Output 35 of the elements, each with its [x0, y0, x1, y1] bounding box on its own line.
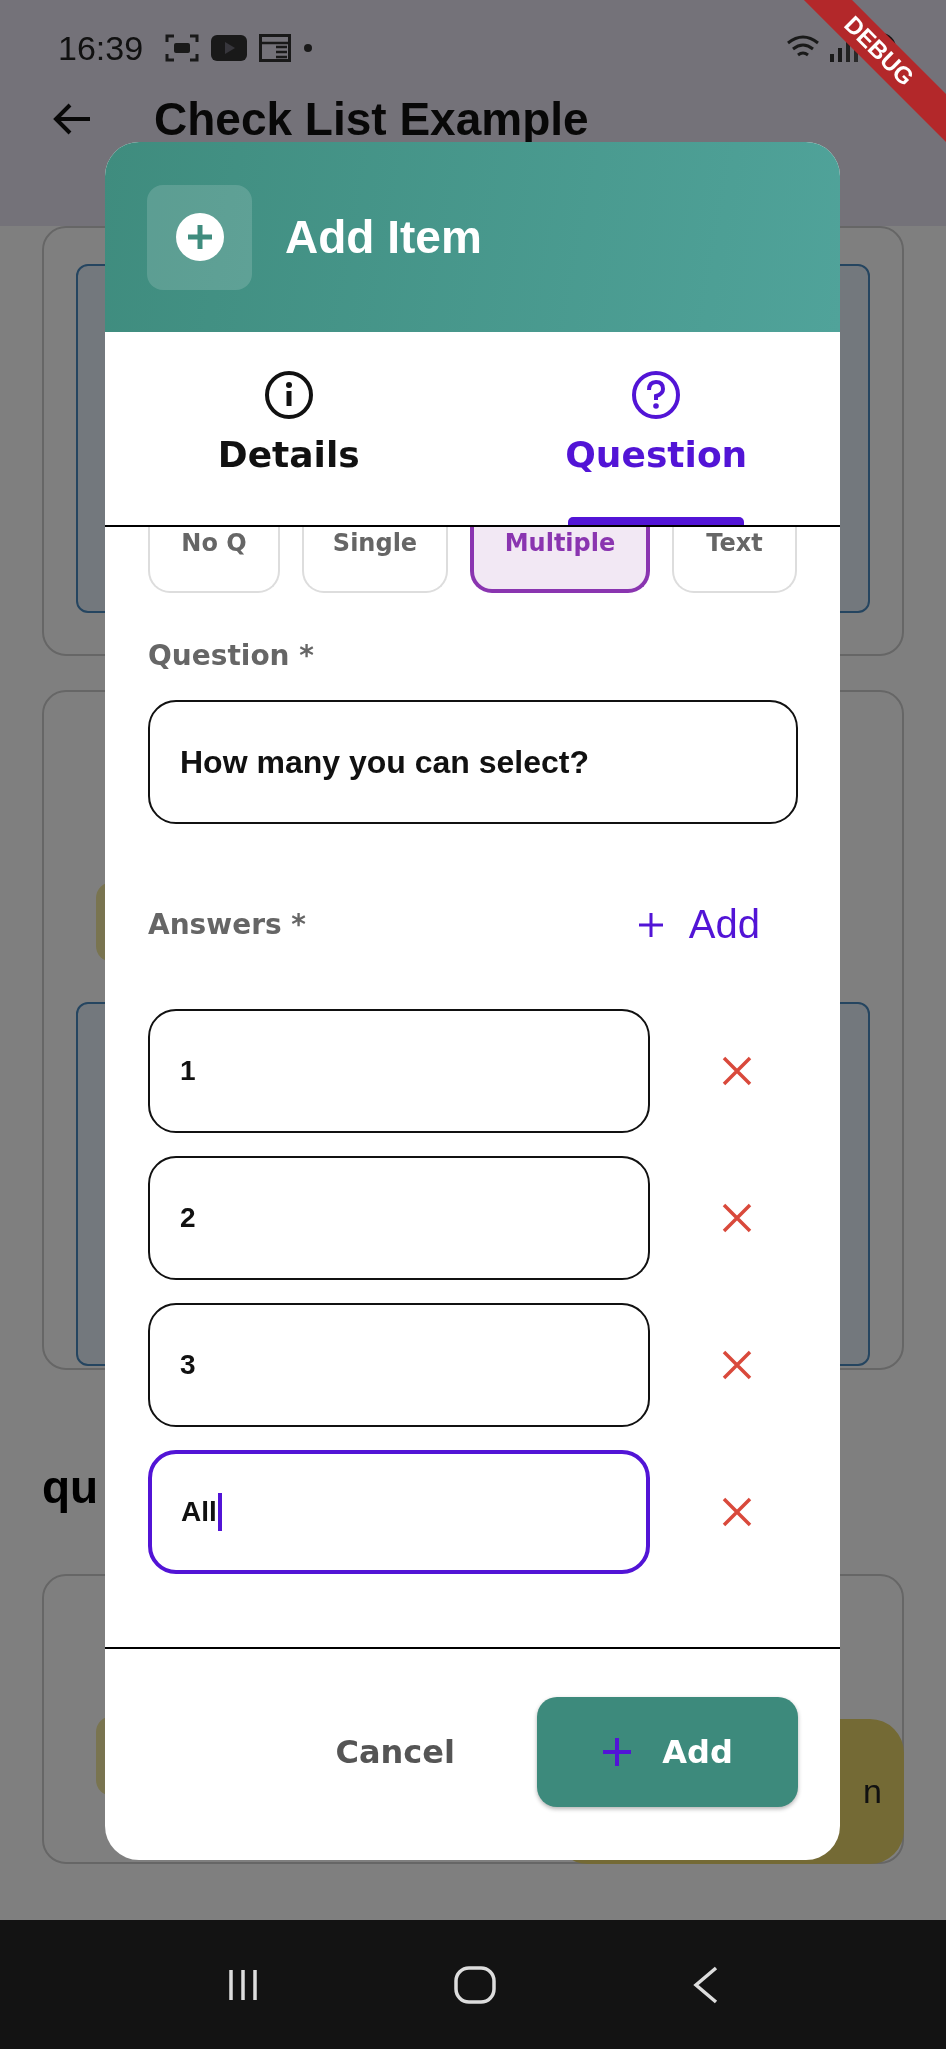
help-icon	[631, 370, 682, 420]
type-chip[interactable]: Single	[302, 527, 448, 593]
tab[interactable]: Details	[105, 332, 473, 525]
answer-field[interactable]: 1	[148, 1009, 650, 1133]
add-circle-icon	[174, 212, 225, 262]
tab[interactable]: Question	[472, 332, 840, 525]
type-chip[interactable]: Text	[672, 527, 797, 593]
field-label: Question *	[148, 639, 315, 672]
clock-time: 16:39	[58, 28, 144, 68]
answer-field[interactable]: All	[148, 1450, 650, 1574]
home-icon[interactable]	[453, 1964, 497, 2005]
type-chip[interactable]: Multiple	[470, 527, 650, 593]
close-icon[interactable]	[721, 1496, 753, 1528]
window-icon	[259, 34, 292, 62]
dialog-title: Add Item	[285, 210, 482, 264]
answer-field[interactable]: 2	[148, 1156, 650, 1280]
screenshot-icon	[165, 33, 200, 63]
add-button[interactable]: Add	[537, 1696, 798, 1807]
field-label: Answers *	[148, 908, 306, 941]
close-icon[interactable]	[721, 1349, 753, 1381]
add-answer-button[interactable]: Add	[637, 902, 760, 947]
plus-icon	[637, 911, 664, 938]
close-icon[interactable]	[721, 1202, 753, 1234]
dot-icon	[303, 43, 314, 53]
answer-field[interactable]: 3	[148, 1303, 650, 1427]
video-icon	[211, 35, 248, 61]
cancel-button[interactable]: Cancel	[325, 1722, 465, 1781]
app-title: Check List Example	[154, 96, 589, 142]
plus-icon	[602, 1736, 633, 1767]
section-heading: qu	[42, 1460, 99, 1514]
question-field[interactable]: How many you can select?	[148, 700, 798, 824]
close-icon[interactable]	[721, 1055, 753, 1087]
back-arrow-icon[interactable]	[52, 102, 92, 136]
type-chip[interactable]: No Q	[148, 527, 280, 593]
info-icon	[263, 370, 314, 420]
